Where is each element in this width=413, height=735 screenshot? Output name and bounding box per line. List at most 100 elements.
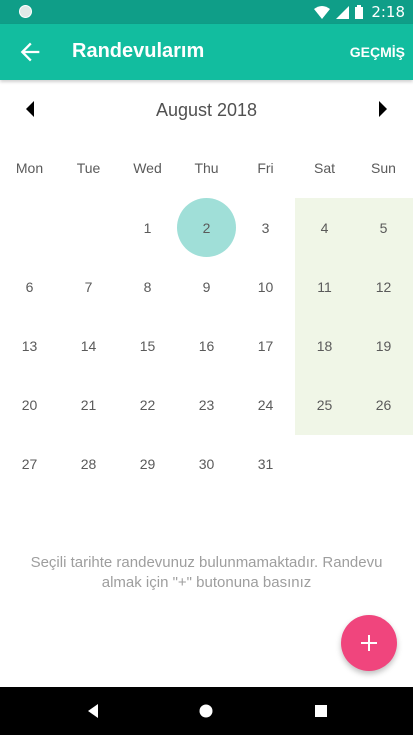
calendar-day[interactable]: 5 <box>354 198 413 257</box>
calendar-day[interactable]: 7 <box>59 257 118 316</box>
day-number: 3 <box>261 219 270 236</box>
add-appointment-button[interactable] <box>341 615 397 671</box>
battery-icon <box>355 5 363 19</box>
calendar-week-row: 20 21 22 23 24 25 26 <box>0 375 413 434</box>
calendar-day[interactable]: 4 <box>295 198 354 257</box>
calendar-day[interactable]: 29 <box>118 434 177 493</box>
day-number: 20 <box>21 396 38 413</box>
day-number: 25 <box>316 396 333 413</box>
app-bar: Randevularım GEÇMİŞ <box>0 24 413 80</box>
calendar-week-row: 27 28 29 30 31 <box>0 434 413 493</box>
weekday-header: Mon Tue Wed Thu Fri Sat Sun <box>0 160 413 180</box>
history-button[interactable]: GEÇMİŞ <box>350 44 405 60</box>
plus-icon <box>361 635 377 651</box>
calendar-day[interactable]: 18 <box>295 316 354 375</box>
calendar-day[interactable]: 28 <box>59 434 118 493</box>
calendar-day[interactable]: 24 <box>236 375 295 434</box>
calendar-day[interactable]: 21 <box>59 375 118 434</box>
empty-day-cell <box>354 434 413 493</box>
weekday-label: Mon <box>15 160 44 176</box>
day-number: 31 <box>257 455 274 472</box>
day-number: 5 <box>379 219 388 236</box>
calendar-day[interactable]: 16 <box>177 316 236 375</box>
calendar-day[interactable]: 30 <box>177 434 236 493</box>
month-navigator: August 2018 <box>0 90 413 130</box>
status-bar: 2:18 <box>0 0 413 24</box>
day-number: 16 <box>198 337 215 354</box>
day-number: 7 <box>84 278 93 295</box>
calendar-day[interactable]: 26 <box>354 375 413 434</box>
day-number: 21 <box>80 396 97 413</box>
calendar-day[interactable]: 10 <box>236 257 295 316</box>
day-number: 1 <box>143 219 152 236</box>
day-number: 14 <box>80 337 97 354</box>
calendar-day[interactable]: 15 <box>118 316 177 375</box>
calendar-week-row: 1 2 3 4 5 <box>0 198 413 257</box>
recents-square-icon[interactable] <box>313 703 329 719</box>
day-number: 18 <box>316 337 333 354</box>
status-icons <box>314 5 363 19</box>
home-circle-icon[interactable] <box>198 703 214 719</box>
calendar-day[interactable]: 9 <box>177 257 236 316</box>
day-number: 23 <box>198 396 215 413</box>
calendar-day[interactable]: 1 <box>118 198 177 257</box>
calendar-day[interactable]: 14 <box>59 316 118 375</box>
empty-state-message: Seçili tarihte randevunuz bulunmamaktadı… <box>30 554 383 591</box>
calendar-day[interactable]: 23 <box>177 375 236 434</box>
day-number: 29 <box>139 455 156 472</box>
day-number: 15 <box>139 337 156 354</box>
day-number: 27 <box>21 455 38 472</box>
month-label: August 2018 <box>155 100 258 120</box>
calendar-week-row: 6 7 8 9 10 11 12 <box>0 257 413 316</box>
day-number: 10 <box>257 278 274 295</box>
calendar-day[interactable]: 31 <box>236 434 295 493</box>
calendar-day[interactable]: 11 <box>295 257 354 316</box>
calendar-day[interactable]: 6 <box>0 257 59 316</box>
day-number: 13 <box>21 337 38 354</box>
day-number: 11 <box>317 278 332 295</box>
weekday-label: Wed <box>133 160 162 176</box>
day-number: 4 <box>320 219 329 236</box>
page-title: Randevularım <box>72 40 205 62</box>
calendar-day[interactable]: 19 <box>354 316 413 375</box>
calendar-week-row: 13 14 15 16 17 18 19 <box>0 316 413 375</box>
calendar-day[interactable]: 17 <box>236 316 295 375</box>
empty-day-cell <box>295 434 354 493</box>
calendar-day[interactable]: 8 <box>118 257 177 316</box>
day-number: 8 <box>143 278 152 295</box>
clock: 2:18 <box>371 3 405 21</box>
weekday-label: Fri <box>257 160 274 176</box>
day-number: 2 <box>202 219 211 236</box>
wifi-icon <box>314 5 330 19</box>
notification-icon <box>19 5 32 18</box>
day-number: 28 <box>80 455 97 472</box>
empty-day-cell <box>0 198 59 257</box>
next-month-icon[interactable] <box>377 101 389 117</box>
day-number: 19 <box>375 337 392 354</box>
day-number: 26 <box>375 396 392 413</box>
calendar-grid: 1 2 3 4 5 6 7 8 9 10 11 12 13 14 15 16 17 18 19 20 21 22 23 24 2… <box>0 198 413 493</box>
empty-day-cell <box>59 198 118 257</box>
back-arrow-icon[interactable] <box>16 38 44 66</box>
calendar-day[interactable]: 12 <box>354 257 413 316</box>
calendar-day[interactable]: 3 <box>236 198 295 257</box>
day-number: 6 <box>25 278 34 295</box>
calendar-day[interactable]: 20 <box>0 375 59 434</box>
signal-icon <box>336 5 349 19</box>
day-number: 12 <box>375 278 392 295</box>
weekday-label: Thu <box>194 160 219 176</box>
system-nav-bar <box>0 687 413 735</box>
calendar-day[interactable]: 22 <box>118 375 177 434</box>
calendar-day-selected[interactable]: 2 <box>177 198 236 257</box>
calendar-day[interactable]: 13 <box>0 316 59 375</box>
day-number: 9 <box>202 278 211 295</box>
weekday-label: Tue <box>76 160 101 176</box>
weekday-label: Sat <box>313 160 335 176</box>
day-number: 17 <box>257 337 274 354</box>
calendar-day[interactable]: 25 <box>295 375 354 434</box>
calendar-day[interactable]: 27 <box>0 434 59 493</box>
weekday-label: Sun <box>371 160 396 176</box>
day-number: 24 <box>257 396 274 413</box>
day-number: 30 <box>198 455 215 472</box>
back-triangle-icon[interactable] <box>85 703 101 719</box>
